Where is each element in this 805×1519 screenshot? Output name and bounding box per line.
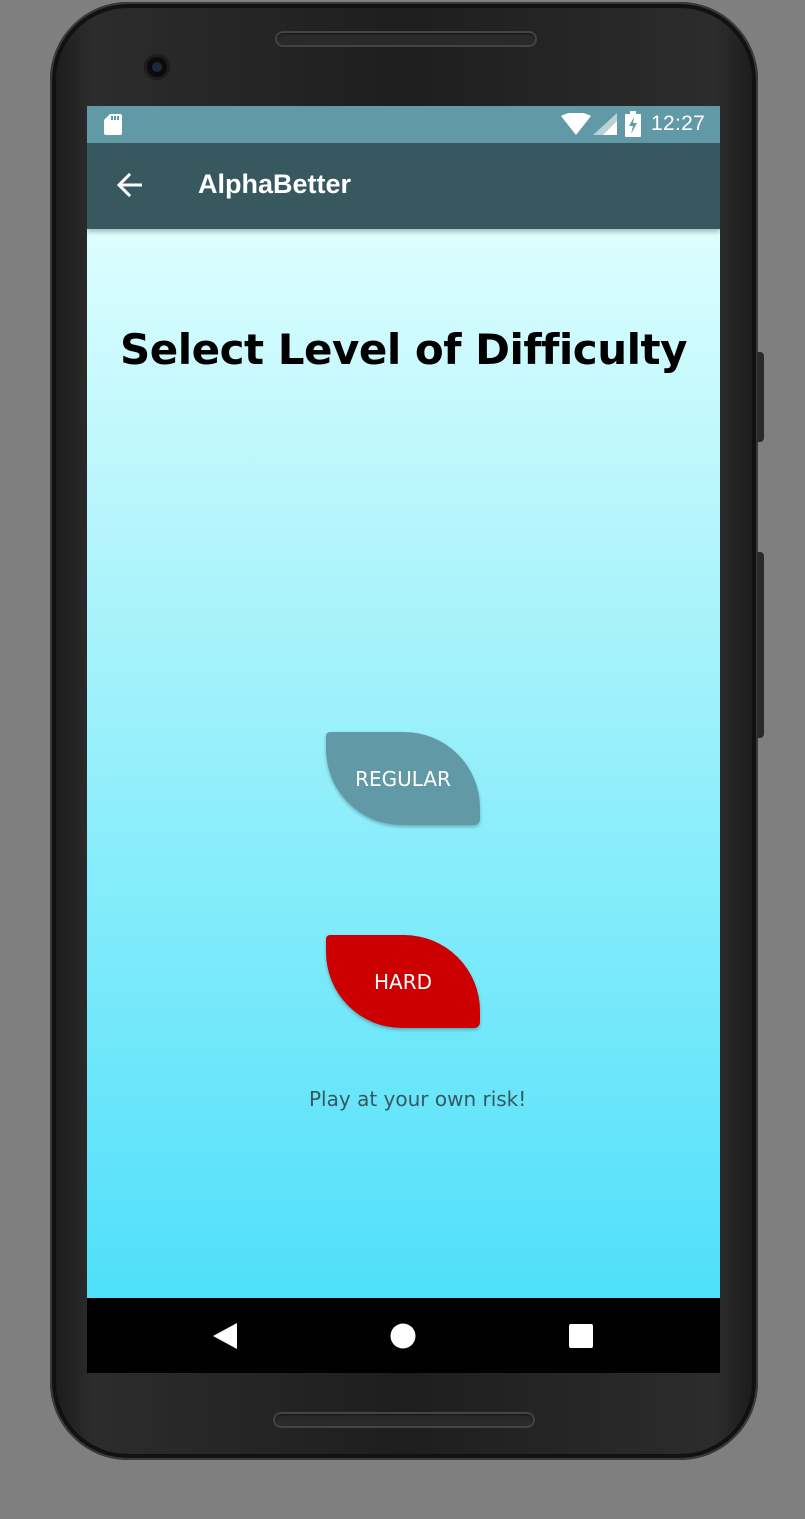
hard-button-label: HARD [373,969,433,994]
status-clock: 12:27 [651,112,706,135]
signal-icon [593,113,617,135]
power-button-hardware [757,352,764,442]
screen: 12:27 AlphaBetter Select Level of Diffic… [87,106,720,1373]
regular-button[interactable]: REGULAR [326,732,480,825]
page-title: Select Level of Difficulty [120,325,687,374]
volume-button-hardware [757,552,764,738]
nav-home-icon[interactable] [390,1323,416,1349]
app-bar: AlphaBetter [87,143,720,229]
hard-button[interactable]: HARD [326,935,480,1028]
battery-charging-icon [625,111,641,137]
risk-warning-text: Play at your own risk! [309,1087,527,1111]
sd-card-icon [104,114,122,135]
main-content: Select Level of Difficulty REGULAR HARD … [87,229,720,1298]
regular-button-label: REGULAR [355,766,451,791]
front-camera [144,54,170,80]
navigation-bar [87,1298,720,1373]
app-title: AlphaBetter [198,169,352,199]
earpiece-speaker [275,31,537,47]
nav-back-icon[interactable] [213,1323,237,1349]
bottom-speaker [273,1412,535,1428]
arrow-left-icon[interactable] [116,173,142,197]
wifi-icon [561,113,591,135]
status-bar: 12:27 [87,106,720,143]
nav-recents-icon[interactable] [569,1324,593,1348]
